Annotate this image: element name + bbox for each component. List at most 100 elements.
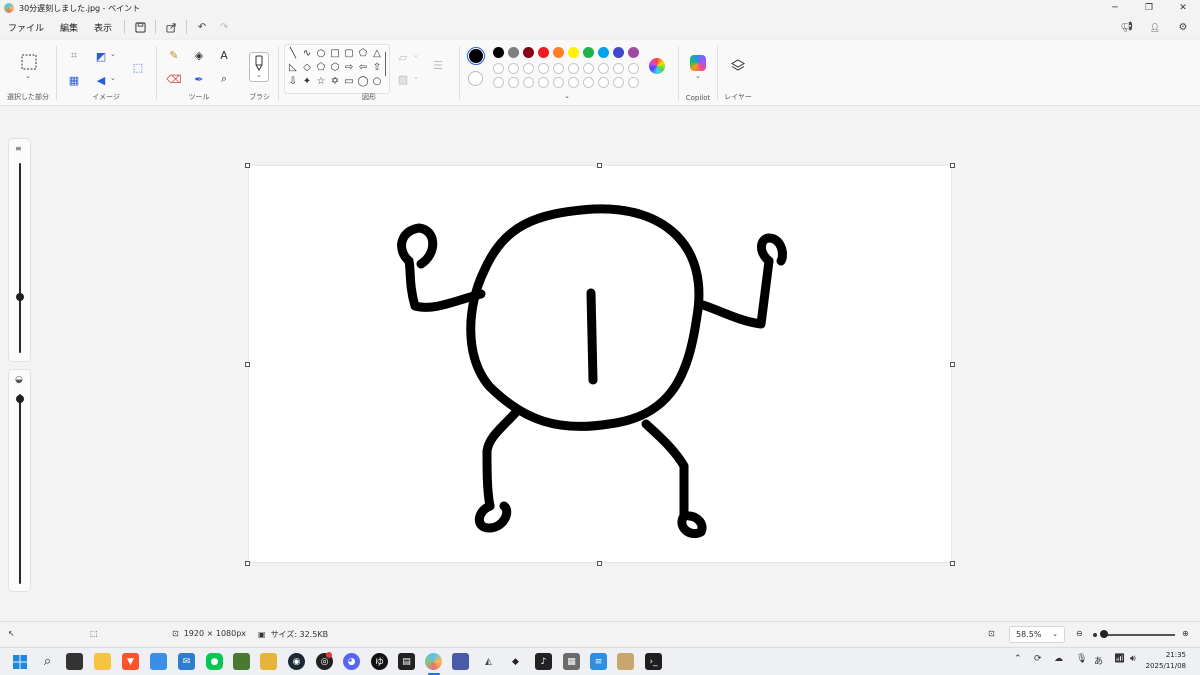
- file-explorer-button[interactable]: [94, 653, 111, 670]
- pencil-button[interactable]: ✎: [165, 46, 183, 64]
- chevron-down-icon[interactable]: ⌄: [413, 51, 419, 59]
- discord-button[interactable]: ◕: [343, 653, 360, 670]
- game-app-button[interactable]: [260, 653, 277, 670]
- right-triangle-shape-icon[interactable]: ◺: [287, 61, 299, 73]
- layers-button[interactable]: [729, 57, 747, 75]
- resize-handle-top-right[interactable]: [950, 163, 955, 168]
- restore-button[interactable]: ❐: [1132, 0, 1166, 16]
- account-button[interactable]: 👤︎: [1144, 18, 1166, 36]
- resize-handle-bottom-left[interactable]: [245, 561, 250, 566]
- app-button-b[interactable]: ゆ: [371, 653, 388, 670]
- brush-size-slider[interactable]: ≡: [8, 138, 31, 362]
- cloud-callout-shape-icon[interactable]: ○: [371, 75, 383, 87]
- outline-button[interactable]: ▱: [394, 48, 412, 66]
- feedback-button[interactable]: 📢︎: [1116, 18, 1138, 36]
- resize-handle-bottom[interactable]: [597, 561, 602, 566]
- four-point-star-shape-icon[interactable]: ✦: [301, 75, 313, 87]
- custom-color-slot[interactable]: [493, 77, 504, 88]
- line-button[interactable]: ●: [206, 653, 223, 670]
- minecraft-button[interactable]: [233, 653, 250, 670]
- curve-shape-icon[interactable]: ∿: [301, 47, 313, 59]
- triangle-shape-icon[interactable]: △: [371, 47, 383, 59]
- oval-callout-shape-icon[interactable]: ◯: [357, 75, 369, 87]
- zoom-slider-thumb[interactable]: [1100, 630, 1108, 638]
- save-button[interactable]: [129, 18, 151, 36]
- clock[interactable]: 21:35 2025/11/08: [1146, 650, 1186, 672]
- share-button[interactable]: [160, 18, 182, 36]
- custom-color-slot[interactable]: [508, 77, 519, 88]
- color-swatch[interactable]: [523, 63, 534, 74]
- color-swatch[interactable]: [613, 47, 624, 58]
- sync-icon[interactable]: ⟳: [1034, 654, 1042, 664]
- magnifier-button[interactable]: ⌕: [215, 70, 233, 88]
- rect-callout-shape-icon[interactable]: ▭: [343, 75, 355, 87]
- color-swatch[interactable]: [583, 47, 594, 58]
- color-swatch[interactable]: [583, 63, 594, 74]
- color-swatch[interactable]: [553, 63, 564, 74]
- zoom-in-button[interactable]: ⊕: [1182, 629, 1189, 638]
- microphone-icon[interactable]: 🎙︎: [1076, 654, 1087, 664]
- primary-color-swatch[interactable]: [467, 47, 485, 65]
- copilot-button[interactable]: [690, 55, 706, 71]
- opacity-thumb[interactable]: [16, 395, 24, 403]
- wifi-icon[interactable]: 📶︎: [1114, 654, 1125, 664]
- app-button-f[interactable]: ◆: [507, 653, 524, 670]
- color-swatch[interactable]: [628, 63, 639, 74]
- stroke-size-button[interactable]: ☰: [429, 56, 447, 74]
- oval-shape-icon[interactable]: ○: [315, 47, 327, 59]
- eraser-button[interactable]: ⌫: [165, 70, 183, 88]
- custom-color-slot[interactable]: [628, 77, 639, 88]
- mail-button[interactable]: ✉: [178, 653, 195, 670]
- secondary-color-swatch[interactable]: [468, 71, 483, 86]
- up-arrow-shape-icon[interactable]: ⇧: [371, 61, 383, 73]
- app-button-d[interactable]: [452, 653, 469, 670]
- zoom-slider-track[interactable]: [1101, 634, 1175, 636]
- right-arrow-shape-icon[interactable]: ⇨: [343, 61, 355, 73]
- color-swatch[interactable]: [493, 47, 504, 58]
- color-swatch[interactable]: [553, 47, 564, 58]
- custom-color-slot[interactable]: [583, 77, 594, 88]
- app-button-g[interactable]: [617, 653, 634, 670]
- brave-button[interactable]: ▼: [122, 653, 139, 670]
- search-button[interactable]: ⌕: [39, 653, 56, 670]
- chevron-down-icon[interactable]: ⌄: [25, 72, 31, 80]
- line-shape-icon[interactable]: ╲: [287, 47, 299, 59]
- rounded-rectangle-shape-icon[interactable]: ▢: [343, 47, 355, 59]
- resize-button[interactable]: ◩: [92, 47, 110, 65]
- resize-handle-top-left[interactable]: [245, 163, 250, 168]
- custom-color-slot[interactable]: [598, 77, 609, 88]
- chevron-down-icon[interactable]: ⌄: [110, 50, 116, 58]
- menu-view[interactable]: 表示: [86, 21, 120, 34]
- brush-button[interactable]: ⌄: [249, 52, 269, 82]
- photos-button[interactable]: [150, 653, 167, 670]
- brush-size-thumb[interactable]: [16, 293, 24, 301]
- resize-handle-right[interactable]: [950, 362, 955, 367]
- six-point-star-shape-icon[interactable]: ✡: [329, 75, 341, 87]
- pentagon-shape-icon[interactable]: ⬠: [315, 61, 327, 73]
- chevron-down-icon[interactable]: ⌄: [110, 74, 116, 82]
- text-button[interactable]: A: [215, 46, 233, 64]
- start-button[interactable]: [11, 653, 28, 670]
- color-swatch[interactable]: [538, 47, 549, 58]
- palette-chevron-icon[interactable]: ⌄: [564, 92, 570, 100]
- notepad-button[interactable]: ≡: [590, 653, 607, 670]
- polygon-shape-icon[interactable]: ⬠: [357, 47, 369, 59]
- settings-button[interactable]: ⚙: [1172, 18, 1194, 36]
- color-swatch[interactable]: [613, 63, 624, 74]
- menu-edit[interactable]: 編集: [52, 21, 86, 34]
- close-button[interactable]: ✕: [1166, 0, 1200, 16]
- down-arrow-shape-icon[interactable]: ⇩: [287, 75, 299, 87]
- ime-indicator[interactable]: あ: [1094, 654, 1103, 667]
- five-point-star-shape-icon[interactable]: ☆: [315, 75, 327, 87]
- music-app-button[interactable]: ♪: [535, 653, 552, 670]
- crop-button[interactable]: ⌗: [65, 47, 83, 65]
- image-effects-button[interactable]: ▦: [65, 71, 83, 89]
- resize-handle-left[interactable]: [245, 362, 250, 367]
- color-swatch[interactable]: [538, 63, 549, 74]
- redo-button[interactable]: ↷: [213, 18, 235, 36]
- app-button-c[interactable]: ▤: [398, 653, 415, 670]
- minimize-button[interactable]: ─: [1098, 0, 1132, 16]
- color-swatch[interactable]: [493, 63, 504, 74]
- rectangle-shape-icon[interactable]: □: [329, 47, 341, 59]
- color-picker-button[interactable]: ✒: [190, 70, 208, 88]
